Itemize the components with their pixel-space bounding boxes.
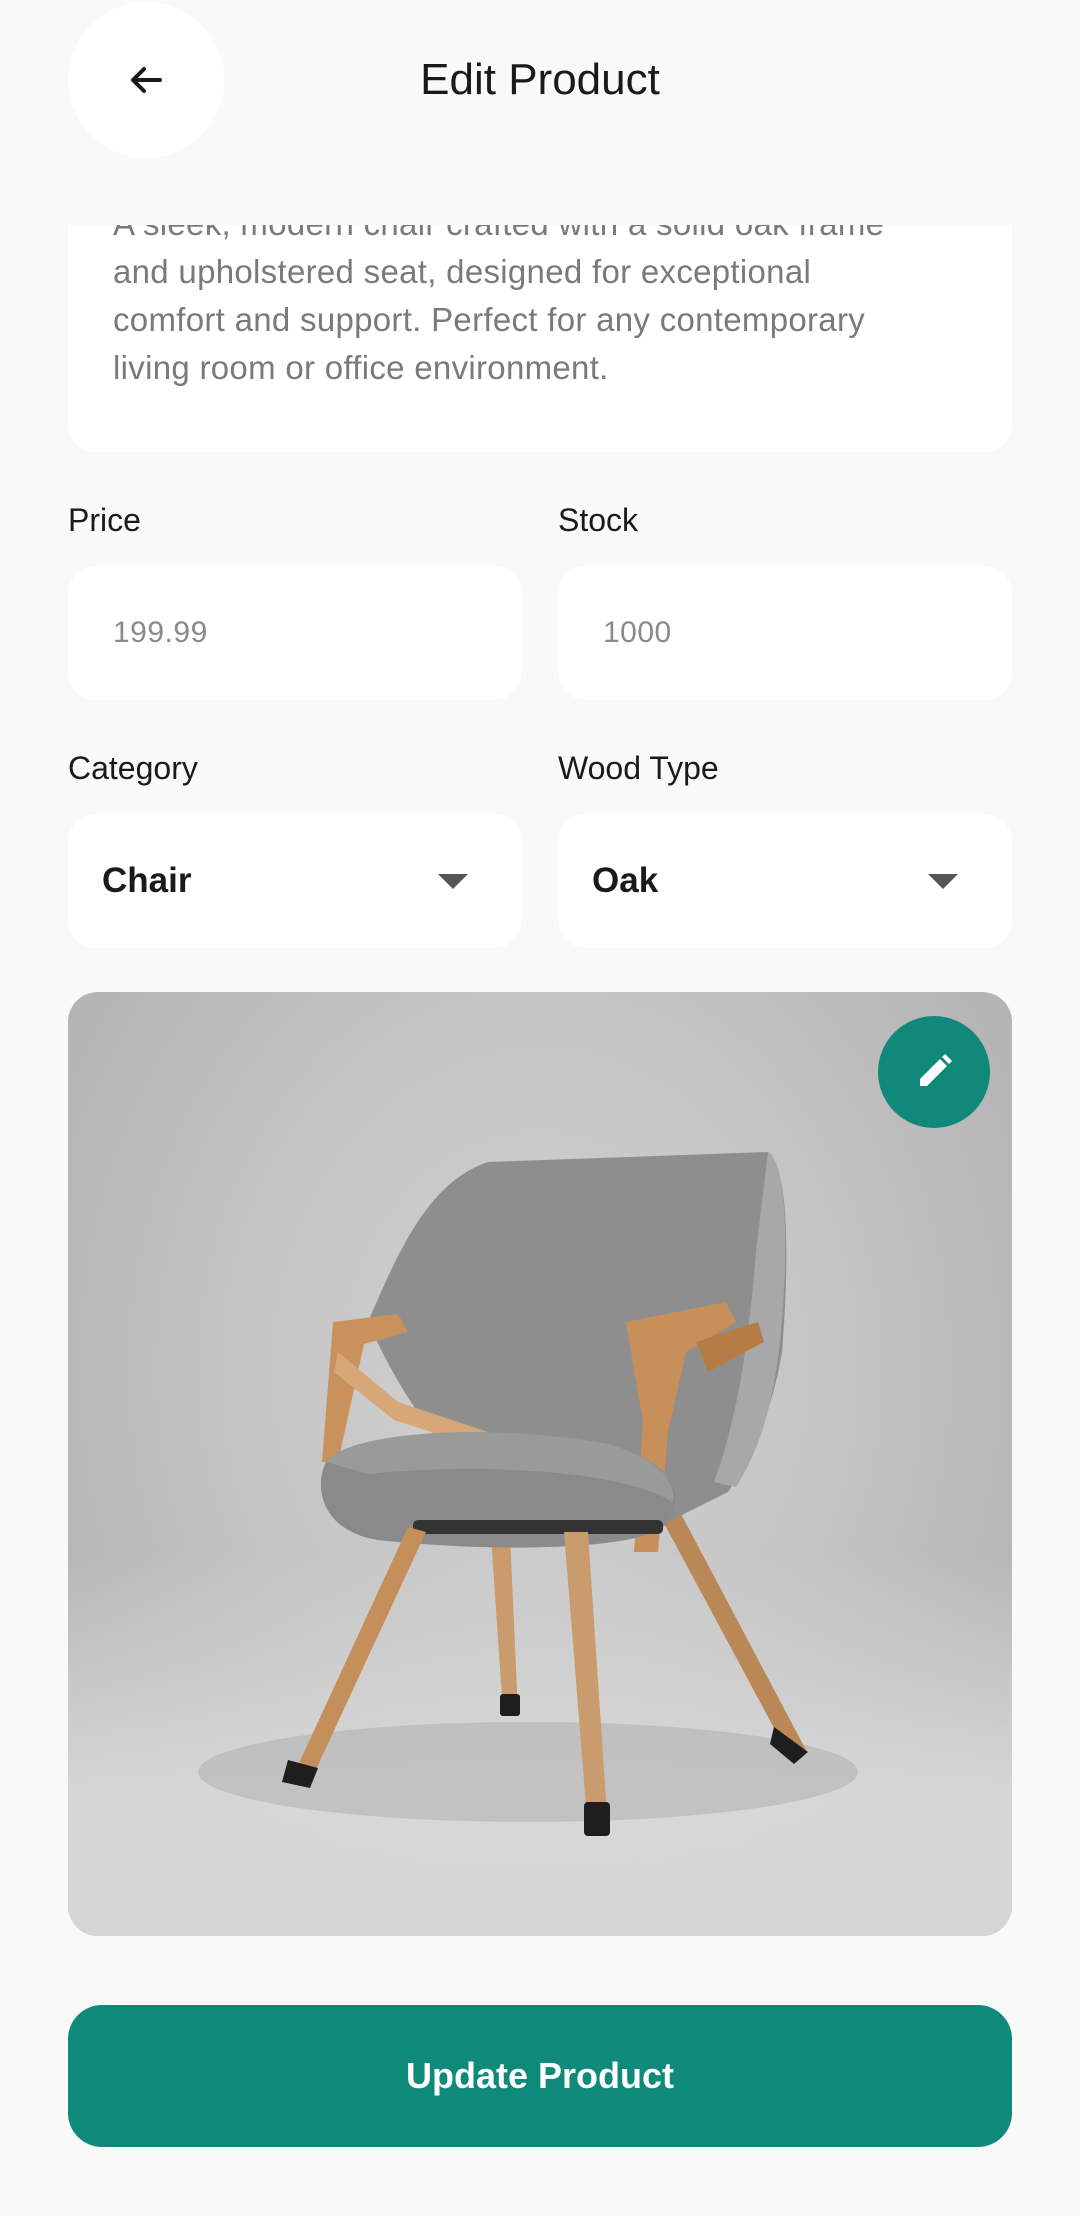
description-field[interactable]: A sleek, modern chair crafted with a sol…	[68, 225, 1012, 452]
price-field[interactable]	[68, 566, 522, 700]
stock-field[interactable]	[558, 566, 1012, 700]
wood-type-label: Wood Type	[558, 750, 719, 786]
edit-image-button[interactable]	[878, 1016, 990, 1128]
product-image	[68, 992, 1012, 1936]
price-label: Price	[68, 502, 141, 538]
form-scroll-area[interactable]: A sleek, modern chair crafted with a sol…	[0, 225, 1080, 2216]
price-input[interactable]	[113, 566, 493, 700]
chevron-down-icon	[438, 874, 468, 889]
update-product-button[interactable]: Update Product	[68, 2005, 1012, 2147]
pencil-icon	[920, 1054, 952, 1086]
page-title: Edit Product	[420, 55, 660, 104]
app-header: Edit Product	[0, 0, 1080, 225]
chevron-down-icon	[928, 874, 958, 889]
category-label: Category	[68, 750, 198, 786]
description-text: A sleek, modern chair crafted with a sol…	[113, 225, 884, 386]
chair-image	[198, 1152, 858, 1836]
stock-label: Stock	[558, 502, 639, 538]
stock-input[interactable]	[603, 566, 983, 700]
category-value: Chair	[102, 861, 192, 900]
category-select[interactable]: Chair	[68, 814, 522, 948]
wood-type-select[interactable]: Oak	[558, 814, 1012, 948]
wood-type-value: Oak	[592, 861, 659, 900]
